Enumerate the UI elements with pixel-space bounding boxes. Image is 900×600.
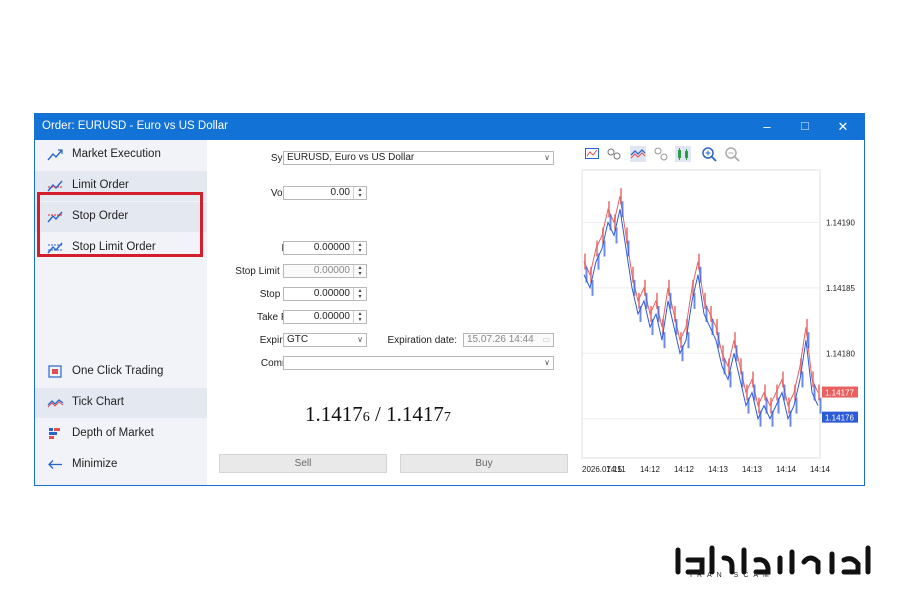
tick-bar: [699, 266, 702, 283]
tick-bar: [735, 345, 738, 362]
x-tick-label: 14:13: [708, 465, 729, 474]
x-tick-label: 14:14: [776, 465, 797, 474]
tick-bar: [795, 397, 798, 414]
chart-layer: 1.141901.141851.141801.141752026.07.1514…: [581, 169, 858, 474]
x-tick-label: 14:12: [674, 465, 695, 474]
tick-bar: [819, 397, 822, 414]
ask-price-label: 1.14177: [825, 389, 854, 398]
tick-bar: [669, 292, 672, 309]
tick-bar: [621, 201, 624, 218]
bid-price-label: 1.14176: [825, 414, 854, 423]
tick-bar: [675, 319, 678, 336]
y-tick-label: 1.14180: [826, 349, 855, 358]
x-tick-label: 14:13: [742, 465, 763, 474]
x-tick-label: 14:14: [810, 465, 831, 474]
y-tick-label: 1.14190: [826, 218, 855, 227]
y-tick-label: 1.14185: [826, 284, 855, 293]
tick-bar: [753, 384, 756, 401]
tick-bar: [633, 279, 636, 296]
tick-bar: [615, 227, 618, 244]
tick-bar: [729, 371, 732, 388]
plot-area: [581, 169, 821, 459]
tick-chart: 1.141901.141851.141801.141752026.07.1514…: [581, 169, 858, 474]
tick-bar: [807, 332, 810, 349]
x-tick-label: 14:12: [640, 465, 661, 474]
tick-bar: [603, 240, 606, 257]
x-tick-label: 14:11: [606, 465, 626, 474]
tick-bar: [663, 332, 666, 349]
tick-bar: [591, 279, 594, 296]
tick-bar: [783, 384, 786, 401]
tick-bar: [687, 332, 690, 349]
tick-bar: [627, 240, 630, 257]
tick-bar: [717, 332, 720, 349]
tick-bar: [645, 292, 648, 309]
tick-bar: [741, 371, 744, 388]
tick-bar: [801, 371, 804, 388]
brand-subtitle: IRAN SCAM: [690, 572, 774, 579]
tick-bar: [657, 306, 660, 322]
tick-bar: [693, 292, 696, 309]
